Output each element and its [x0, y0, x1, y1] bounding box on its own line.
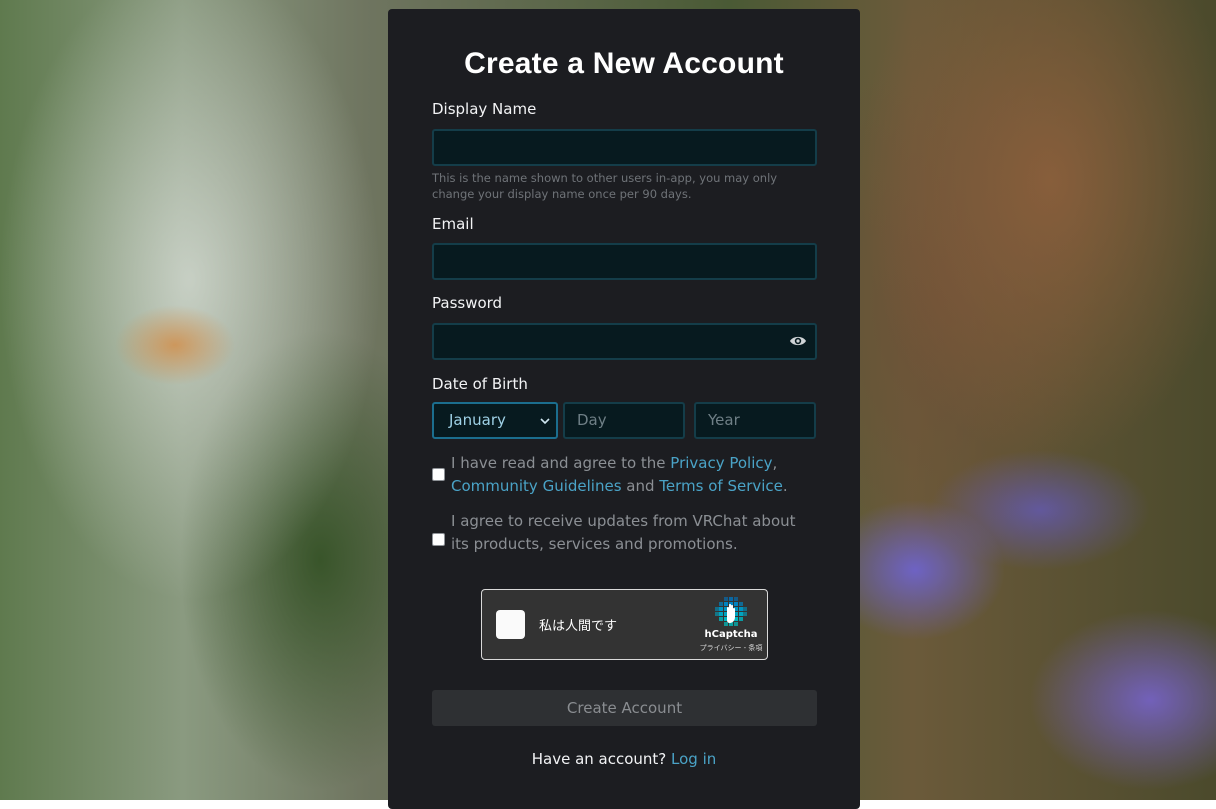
email-label: Email — [432, 215, 474, 233]
login-prompt: Have an account? Log in — [388, 750, 860, 768]
terms-prefix: I have read and agree to the — [451, 454, 671, 472]
hcaptcha-logo-icon — [715, 597, 747, 626]
captcha-brand: hCaptcha — [704, 629, 758, 640]
privacy-policy-link[interactable]: Privacy Policy — [670, 454, 772, 472]
terms-comma: , — [772, 454, 778, 472]
eye-icon[interactable] — [789, 334, 807, 348]
captcha-prompt: 私は人間です — [539, 619, 618, 634]
terms-text: I have read and agree to the Privacy Pol… — [451, 452, 811, 497]
terms-and: and — [621, 476, 660, 495]
have-account-text: Have an account? — [531, 750, 667, 768]
password-input[interactable] — [432, 323, 817, 360]
display-name-hint: This is the name shown to other users in… — [432, 171, 778, 201]
dob-month-value: January — [449, 411, 506, 429]
signup-card: Create a New Account Display Name This i… — [388, 9, 860, 809]
dob-year-input[interactable]: Year — [694, 402, 816, 439]
create-account-button[interactable]: Create Account — [432, 690, 817, 726]
dob-label: Date of Birth — [432, 375, 528, 393]
terms-period: . — [782, 476, 788, 495]
display-name-label: Display Name — [432, 100, 537, 118]
page-title: Create a New Account — [464, 47, 784, 80]
updates-text: I agree to receive updates from VRChat a… — [451, 512, 796, 553]
login-link[interactable]: Log in — [671, 750, 716, 768]
terms-checkbox[interactable] — [432, 468, 445, 481]
terms-of-service-link[interactable]: Terms of Service — [659, 477, 783, 495]
updates-checkbox[interactable] — [432, 533, 445, 546]
display-name-input[interactable] — [432, 129, 817, 166]
captcha-checkbox[interactable] — [496, 610, 525, 639]
dob-day-input[interactable]: Day — [563, 402, 685, 439]
email-input[interactable] — [432, 243, 817, 280]
dob-month-select[interactable]: January — [432, 402, 558, 439]
password-label: Password — [432, 294, 503, 312]
chevron-down-icon — [540, 418, 550, 425]
captcha-privacy-terms-links[interactable]: プライバシー - 条項 — [692, 643, 770, 653]
hcaptcha-widget: 私は人間です hCaptcha プライバシー - 条項 — [481, 589, 768, 660]
dob-year-placeholder: Year — [708, 411, 740, 429]
community-guidelines-link[interactable]: Community Guidelines — [451, 477, 622, 495]
dob-day-placeholder: Day — [577, 411, 607, 429]
